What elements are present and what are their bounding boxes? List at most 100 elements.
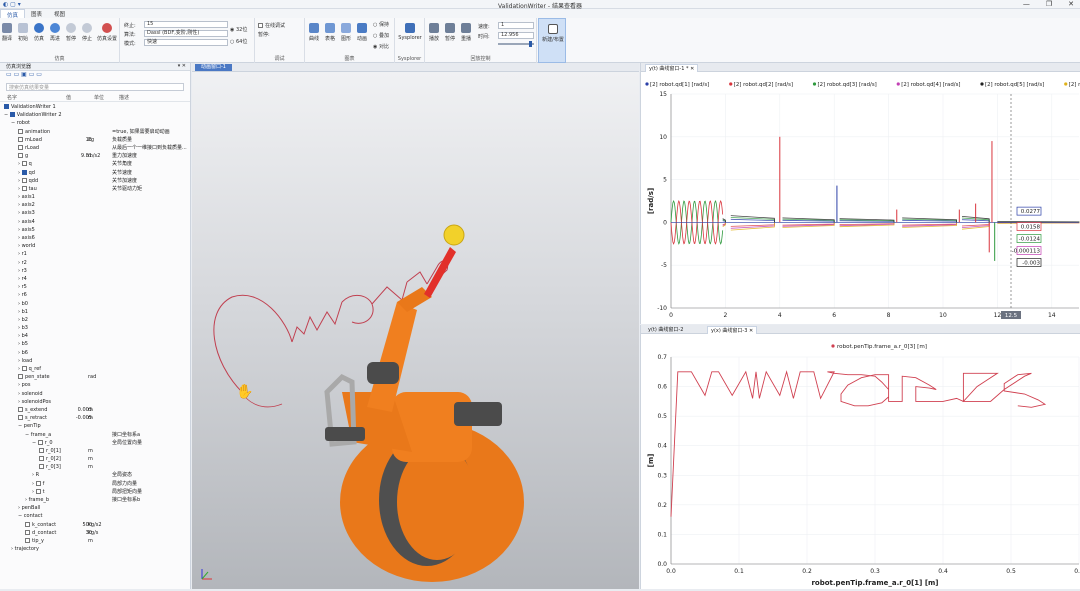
col-name[interactable]: 名字 [7, 94, 66, 101]
maximize-icon[interactable]: ❐ [1046, 0, 1052, 8]
tree-row[interactable]: › q_ref [0, 365, 190, 373]
tree-checkbox[interactable] [18, 374, 23, 380]
tree-row[interactable]: › b6 [0, 349, 190, 357]
tree-row[interactable]: › r4 [0, 275, 190, 283]
tree-row[interactable]: › axis6 [0, 234, 190, 242]
panel-menu-icon[interactable]: ▾ ✕ [178, 63, 186, 69]
tree-row[interactable]: mLoad 15 kg 负载质量 [0, 136, 190, 144]
tree-row[interactable]: › pos [0, 381, 190, 389]
graph-button[interactable]: 图形 [339, 23, 353, 42]
playback-pause-button[interactable]: 暂停 [443, 23, 457, 42]
tree-row[interactable]: d_contact 30 kg/s [0, 529, 190, 537]
close-icon[interactable]: ✕ [1068, 0, 1074, 8]
tree-checkbox[interactable] [21, 177, 27, 183]
tree-row[interactable]: › q 关节角度 [0, 160, 190, 168]
time-input[interactable]: 12.956 [498, 32, 534, 39]
tree-checkbox[interactable] [21, 169, 27, 175]
tree-row[interactable]: › trajectory [0, 545, 190, 553]
tree-row[interactable]: › r3 [0, 267, 190, 275]
speed-input[interactable]: 1 [498, 22, 534, 29]
tree-checkbox[interactable] [37, 439, 43, 445]
translate-button[interactable]: 翻译 [0, 23, 14, 42]
tree-row[interactable]: s_retract -0.005 m [0, 414, 190, 422]
tree-checkbox[interactable] [21, 161, 27, 167]
xy-chart[interactable]: robot.penTip.frame_a.r_0[3] [m] 0.0 0.1 0.2… [641, 334, 1080, 589]
col-unit[interactable]: 单位 [94, 94, 119, 101]
slider-thumb[interactable] [529, 41, 532, 47]
tree-row[interactable]: › axis2 [0, 201, 190, 209]
tree-row[interactable]: − ValidationWriter 2 [0, 111, 190, 119]
tree-row[interactable]: › R 全局姿态 [0, 471, 190, 479]
radio-overlay[interactable]: ○ 叠加 [373, 32, 389, 39]
tree-checkbox[interactable] [25, 529, 30, 535]
table-button[interactable]: 表格 [323, 23, 337, 42]
tree-checkbox[interactable] [18, 406, 23, 412]
tree-row[interactable]: › t 局部扭矩向量 [0, 488, 190, 496]
tree-row[interactable]: › world [0, 242, 190, 250]
tree-row[interactable]: › axis1 [0, 193, 190, 201]
tree-row[interactable]: › b2 [0, 316, 190, 324]
toolbar-icons[interactable]: ▭ ▭ ▣ ▭ ▭ [6, 71, 42, 78]
tab-view[interactable]: 视图 [48, 9, 71, 18]
minimize-icon[interactable]: — [1023, 0, 1030, 8]
continue-button[interactable]: 再进 [48, 23, 62, 42]
tree-row[interactable]: › qdd 关节加速度 [0, 177, 190, 185]
tab-curve-window-3[interactable]: y(x) 曲线窗口-3 ✕ [707, 326, 758, 334]
tab-curve-window-2[interactable]: y(t) 曲线窗口-2 [645, 326, 686, 334]
tree-row[interactable]: › b5 [0, 340, 190, 348]
tree-row[interactable]: − contact [0, 512, 190, 520]
qd-chart[interactable]: [2] robot.qd[1] [rad/s] [2] robot.qd[2] [… [641, 72, 1080, 324]
mode-select[interactable]: 快速 [144, 39, 228, 46]
tab-animation-1[interactable]: 动画窗口-1 [195, 64, 232, 71]
col-value[interactable]: 值 [66, 94, 94, 101]
tree-row[interactable]: › axis5 [0, 226, 190, 234]
animation-button[interactable]: 动画 [355, 23, 369, 42]
tree-row[interactable]: › penBall [0, 504, 190, 512]
playback-play-button[interactable]: 播放 [427, 23, 441, 42]
close-tab-icon[interactable]: ✕ [690, 66, 694, 72]
tree-checkbox[interactable] [25, 537, 30, 543]
tree-row[interactable]: − robot [0, 119, 190, 127]
tree-row[interactable]: › b0 [0, 300, 190, 308]
animation-viewport[interactable]: 动画窗口-1 ✋ [192, 63, 639, 589]
playback-slider[interactable] [498, 41, 534, 47]
init-button[interactable]: 初始 [16, 23, 30, 42]
radio-keep[interactable]: ○ 保持 [373, 21, 389, 28]
tree-row[interactable]: › axis3 [0, 209, 190, 217]
tree-checkbox[interactable] [21, 366, 27, 371]
tree-row[interactable]: › r1 [0, 250, 190, 258]
browser-search-input[interactable]: 搜索仿真结果变量 [6, 83, 184, 91]
stop-time-input[interactable]: 15 [144, 21, 228, 28]
tree-row[interactable]: › tau 关节驱动力矩 [0, 185, 190, 193]
radio-compare[interactable]: ◉ 对比 [373, 43, 389, 50]
new-window-button[interactable]: 新建/布置 [538, 18, 566, 63]
tree-row[interactable]: › b3 [0, 324, 190, 332]
tree-row[interactable]: s_extend 0.003 m [0, 406, 190, 414]
algorithm-select[interactable]: Dassl (BDF,变阶,刚性) [144, 30, 228, 37]
tab-chart[interactable]: 图表 [25, 9, 48, 18]
tree-checkbox[interactable] [18, 144, 23, 150]
tree-row[interactable]: › solenoid [0, 390, 190, 398]
tree-row[interactable]: › qd 关节速度 [0, 169, 190, 177]
tree-checkbox[interactable] [39, 447, 44, 453]
tree-checkbox[interactable] [4, 104, 9, 109]
tree-checkbox[interactable] [18, 415, 23, 421]
tree-checkbox[interactable] [18, 153, 23, 159]
tree-checkbox[interactable] [35, 488, 41, 494]
curve-button[interactable]: 曲线 [307, 23, 321, 42]
online-debug-checkbox[interactable]: 在线调试 [258, 22, 285, 29]
sim-settings-button[interactable]: 仿真设置 [96, 23, 118, 42]
tree-row[interactable]: animation =true, 如果需要启动动画 [0, 128, 190, 136]
sysplorer-button[interactable]: Sysplorer [397, 23, 423, 41]
tree-row[interactable]: › b4 [0, 332, 190, 340]
col-desc[interactable]: 描述 [119, 94, 129, 101]
pause-button[interactable]: 暂停 [64, 23, 78, 42]
tree-row[interactable]: r_0[3] m [0, 463, 190, 471]
tree-checkbox[interactable] [21, 185, 27, 191]
tree-row[interactable]: − frame_a 接口坐标系a [0, 431, 190, 439]
tree-row[interactable]: ValidationWriter 1 [0, 103, 190, 111]
stop-button[interactable]: 停止 [80, 23, 94, 42]
radio-32bit[interactable]: ◉ 32位 [230, 26, 247, 33]
tree-row[interactable]: pen_state rad [0, 373, 190, 381]
tree-checkbox[interactable] [9, 112, 15, 118]
